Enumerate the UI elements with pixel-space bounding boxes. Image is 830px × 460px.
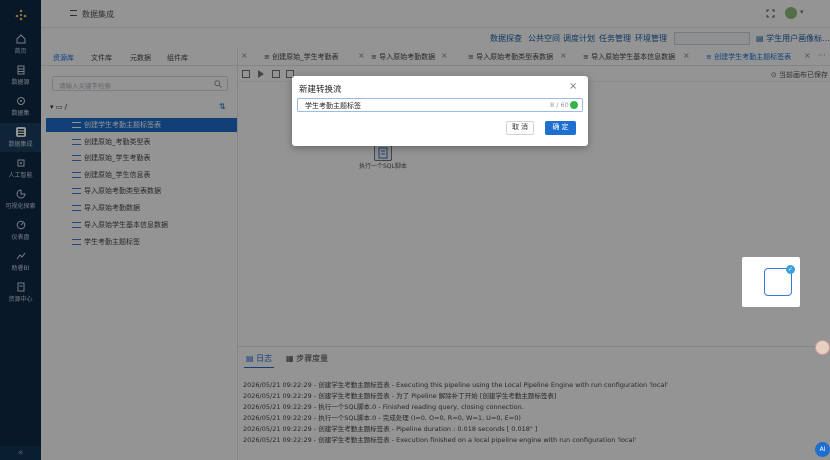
char-count: 8 / 60 (550, 101, 569, 109)
dialog-title: 新建转换流 (299, 85, 342, 95)
check-icon: ✓ (786, 265, 795, 274)
close-icon[interactable]: × (569, 81, 577, 92)
cancel-button[interactable]: 取 消 (506, 121, 534, 135)
modal-overlay[interactable] (0, 0, 830, 460)
transform-name-input[interactable]: 学生考勤主题标签 8 / 60 (297, 98, 583, 112)
input-value: 学生考勤主题标签 (305, 102, 361, 110)
new-transform-dialog: 新建转换流 × 学生考勤主题标签 8 / 60 取 消 确 定 (292, 76, 588, 146)
check-circle-icon (570, 101, 578, 109)
confirm-button[interactable]: 确 定 (545, 121, 576, 135)
floating-card[interactable]: ✓ (742, 257, 800, 307)
ai-assistant-button[interactable]: AI (815, 442, 830, 457)
assistant-avatar[interactable] (815, 340, 830, 355)
